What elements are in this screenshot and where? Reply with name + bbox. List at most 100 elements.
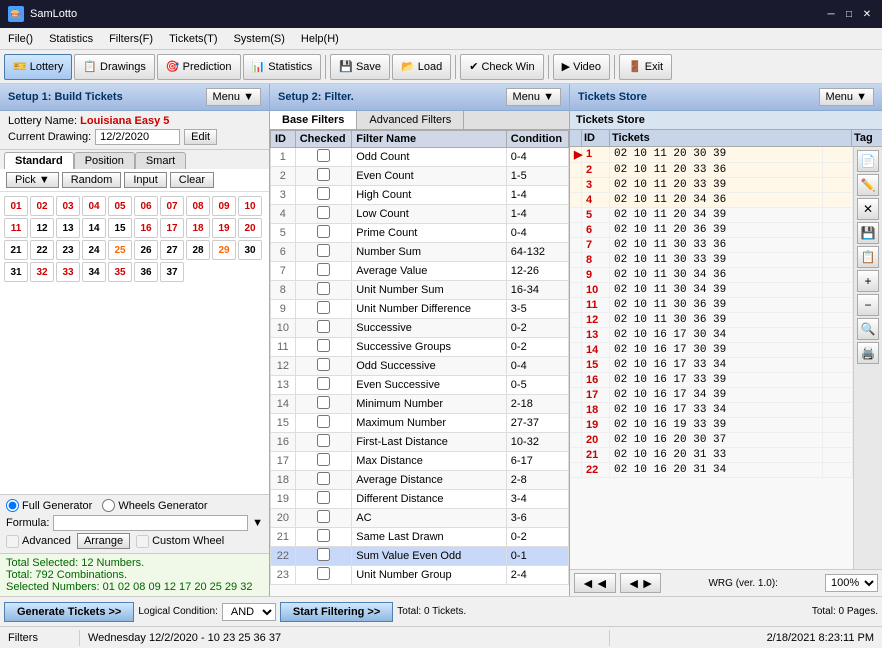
- filter-checked[interactable]: [295, 281, 352, 300]
- filter-row[interactable]: 6 Number Sum 64-132: [271, 243, 569, 262]
- num-23[interactable]: 23: [56, 240, 80, 260]
- num-02[interactable]: 02: [30, 196, 54, 216]
- tickets-panel-menu[interactable]: Menu ▼: [819, 88, 874, 106]
- ticket-row[interactable]: 10 02 10 11 30 34 39: [570, 283, 853, 298]
- generate-tickets-button[interactable]: Generate Tickets >>: [4, 602, 134, 622]
- tab-advanced-filters[interactable]: Advanced Filters: [357, 111, 464, 129]
- ticket-row[interactable]: 3 02 10 11 20 33 39: [570, 178, 853, 193]
- sidebar-icon-9[interactable]: 🖨️: [857, 342, 879, 364]
- filter-row[interactable]: 20 AC 3-6: [271, 509, 569, 528]
- filter-checked[interactable]: [295, 433, 352, 452]
- num-33[interactable]: 33: [56, 262, 80, 282]
- ticket-row[interactable]: 9 02 10 11 30 34 36: [570, 268, 853, 283]
- filter-checked[interactable]: [295, 490, 352, 509]
- toolbar-save[interactable]: 💾 Save: [330, 54, 390, 80]
- num-35[interactable]: 35: [108, 262, 132, 282]
- num-36[interactable]: 36: [134, 262, 158, 282]
- ticket-row[interactable]: 12 02 10 11 30 36 39: [570, 313, 853, 328]
- toolbar-drawings[interactable]: 📋 Drawings: [74, 54, 155, 80]
- filter-row[interactable]: 15 Maximum Number 27-37: [271, 414, 569, 433]
- num-32[interactable]: 32: [30, 262, 54, 282]
- filter-checked[interactable]: [295, 243, 352, 262]
- num-31[interactable]: 31: [4, 262, 28, 282]
- filter-row[interactable]: 3 High Count 1-4: [271, 186, 569, 205]
- full-generator-option[interactable]: Full Generator: [6, 499, 92, 512]
- filter-checked[interactable]: [295, 148, 352, 167]
- num-22[interactable]: 22: [30, 240, 54, 260]
- sidebar-icon-7[interactable]: −: [857, 294, 879, 316]
- filter-checked[interactable]: [295, 452, 352, 471]
- ticket-row[interactable]: 20 02 10 16 20 30 37: [570, 433, 853, 448]
- edit-button[interactable]: Edit: [184, 129, 217, 145]
- tab-smart[interactable]: Smart: [135, 152, 186, 169]
- ticket-row[interactable]: 18 02 10 16 17 33 34: [570, 403, 853, 418]
- filter-row[interactable]: 11 Successive Groups 0-2: [271, 338, 569, 357]
- num-25[interactable]: 25: [108, 240, 132, 260]
- ticket-row[interactable]: 13 02 10 16 17 30 34: [570, 328, 853, 343]
- middle-panel-menu[interactable]: Menu ▼: [506, 88, 561, 106]
- filter-row[interactable]: 17 Max Distance 6-17: [271, 452, 569, 471]
- filter-row[interactable]: 2 Even Count 1-5: [271, 167, 569, 186]
- sidebar-icon-1[interactable]: 📄: [857, 150, 879, 172]
- start-filtering-button[interactable]: Start Filtering >>: [280, 602, 393, 622]
- num-01[interactable]: 01: [4, 196, 28, 216]
- filter-row[interactable]: 1 Odd Count 0-4: [271, 148, 569, 167]
- toolbar-exit[interactable]: 🚪 Exit: [619, 54, 672, 80]
- sidebar-icon-8[interactable]: 🔍: [857, 318, 879, 340]
- ticket-row[interactable]: 11 02 10 11 30 36 39: [570, 298, 853, 313]
- clear-button[interactable]: Clear: [170, 172, 214, 188]
- filter-checked[interactable]: [295, 300, 352, 319]
- drawing-input[interactable]: [95, 129, 180, 145]
- pick-button[interactable]: Pick ▼: [6, 172, 59, 188]
- filter-checked[interactable]: [295, 262, 352, 281]
- num-10[interactable]: 10: [238, 196, 262, 216]
- num-05[interactable]: 05: [108, 196, 132, 216]
- nav-first[interactable]: ◄◄: [574, 573, 616, 593]
- num-17[interactable]: 17: [160, 218, 184, 238]
- filter-checked[interactable]: [295, 528, 352, 547]
- menu-statistics[interactable]: Statistics: [41, 28, 101, 49]
- num-07[interactable]: 07: [160, 196, 184, 216]
- toolbar-lottery[interactable]: 🎫 Lottery: [4, 54, 72, 80]
- filter-checked[interactable]: [295, 376, 352, 395]
- num-12[interactable]: 12: [30, 218, 54, 238]
- wheels-generator-radio[interactable]: [102, 499, 115, 512]
- close-button[interactable]: ✕: [860, 7, 874, 21]
- sidebar-icon-3[interactable]: ✕: [857, 198, 879, 220]
- num-26[interactable]: 26: [134, 240, 158, 260]
- zoom-select[interactable]: 100% 75% 125%: [825, 574, 878, 592]
- num-27[interactable]: 27: [160, 240, 184, 260]
- filter-checked[interactable]: [295, 319, 352, 338]
- menu-file[interactable]: File(): [0, 28, 41, 49]
- filter-row[interactable]: 9 Unit Number Difference 3-5: [271, 300, 569, 319]
- filter-checked[interactable]: [295, 414, 352, 433]
- filter-checked[interactable]: [295, 186, 352, 205]
- toolbar-video[interactable]: ▶ Video: [553, 54, 610, 80]
- filter-row[interactable]: 4 Low Count 1-4: [271, 205, 569, 224]
- toolbar-prediction[interactable]: 🎯 Prediction: [157, 54, 241, 80]
- filter-checked[interactable]: [295, 471, 352, 490]
- num-16[interactable]: 16: [134, 218, 158, 238]
- filter-checked[interactable]: [295, 338, 352, 357]
- ticket-row[interactable]: 17 02 10 16 17 34 39: [570, 388, 853, 403]
- num-04[interactable]: 04: [82, 196, 106, 216]
- filter-checked[interactable]: [295, 224, 352, 243]
- num-34[interactable]: 34: [82, 262, 106, 282]
- filter-checked[interactable]: [295, 395, 352, 414]
- num-03[interactable]: 03: [56, 196, 80, 216]
- toolbar-checkwin[interactable]: ✔ Check Win: [460, 54, 543, 80]
- sidebar-icon-4[interactable]: 💾: [857, 222, 879, 244]
- menu-help[interactable]: Help(H): [293, 28, 347, 49]
- num-09[interactable]: 09: [212, 196, 236, 216]
- filter-row[interactable]: 5 Prime Count 0-4: [271, 224, 569, 243]
- num-19[interactable]: 19: [212, 218, 236, 238]
- filter-checked[interactable]: [295, 509, 352, 528]
- tab-standard[interactable]: Standard: [4, 152, 74, 169]
- wheels-generator-option[interactable]: Wheels Generator: [102, 499, 207, 512]
- ticket-row[interactable]: 14 02 10 16 17 30 39: [570, 343, 853, 358]
- ticket-row[interactable]: 2 02 10 11 20 33 36: [570, 163, 853, 178]
- formula-input[interactable]: [53, 515, 248, 531]
- filter-row[interactable]: 7 Average Value 12-26: [271, 262, 569, 281]
- advanced-checkbox[interactable]: [6, 535, 19, 548]
- tab-position[interactable]: Position: [74, 152, 135, 169]
